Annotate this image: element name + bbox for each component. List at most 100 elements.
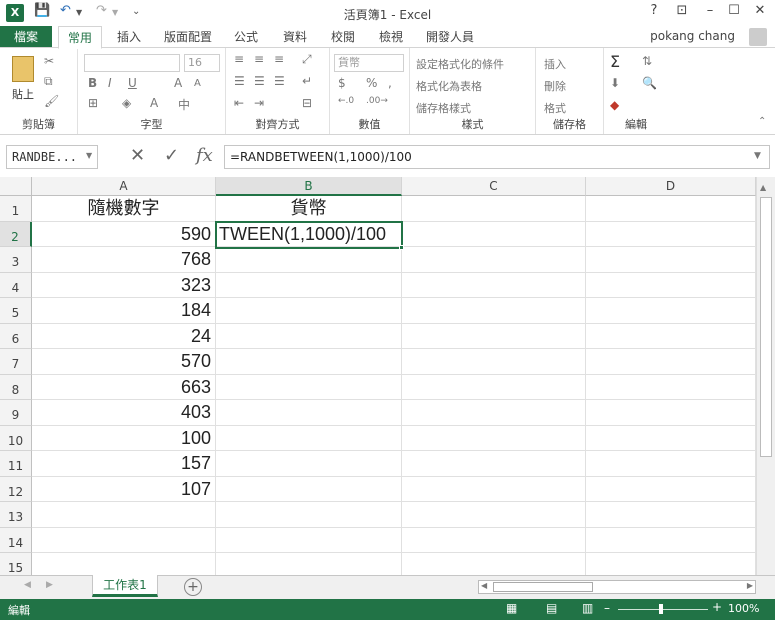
tab-insert[interactable]: 插入 xyxy=(108,26,150,48)
row-header[interactable]: 5 xyxy=(0,298,32,324)
cell-b15[interactable] xyxy=(216,553,402,575)
align-middle-icon[interactable]: ≡ xyxy=(254,52,264,66)
tab-developer[interactable]: 開發人員 xyxy=(420,26,480,48)
cell-b11[interactable] xyxy=(216,451,402,477)
cell-a4[interactable]: 323 xyxy=(32,272,216,298)
select-all-corner[interactable] xyxy=(0,177,32,196)
cell-b10[interactable] xyxy=(216,425,402,451)
font-color-icon[interactable]: A xyxy=(150,96,158,110)
row-header[interactable]: 15 xyxy=(0,553,32,575)
cell-a13[interactable] xyxy=(32,502,216,528)
paste-icon[interactable] xyxy=(12,56,34,82)
row-header[interactable]: 8 xyxy=(0,374,32,400)
cell-d13[interactable] xyxy=(586,502,756,528)
zoom-out-icon[interactable]: – xyxy=(604,601,610,615)
row-header[interactable]: 4 xyxy=(0,272,32,298)
cell-c4[interactable] xyxy=(402,272,586,298)
delete-cells-button[interactable]: 刪除 xyxy=(544,78,566,94)
align-right-icon[interactable]: ☰ xyxy=(274,74,285,88)
number-format-box[interactable]: 貨幣 xyxy=(334,54,404,72)
column-header-c[interactable]: C xyxy=(402,177,586,196)
cell-c2[interactable] xyxy=(402,221,586,247)
font-name-box[interactable] xyxy=(84,54,180,72)
align-center-icon[interactable]: ☰ xyxy=(254,74,265,88)
shrink-font-icon[interactable]: A xyxy=(194,78,201,89)
cell-d14[interactable] xyxy=(586,527,756,553)
cell-d6[interactable] xyxy=(586,323,756,349)
zoom-level[interactable]: 100% xyxy=(728,602,759,615)
italic-icon[interactable]: I xyxy=(108,76,112,90)
tab-view[interactable]: 檢視 xyxy=(370,26,412,48)
column-header-b[interactable]: B xyxy=(216,177,402,196)
insert-function-icon[interactable]: fx xyxy=(196,145,213,166)
paste-button[interactable]: 貼上 xyxy=(12,86,34,102)
cell-c10[interactable] xyxy=(402,425,586,451)
cell-b12[interactable] xyxy=(216,476,402,502)
cell-d1[interactable] xyxy=(586,196,756,222)
row-header[interactable]: 13 xyxy=(0,502,32,528)
close-icon[interactable]: ✕ xyxy=(750,3,770,18)
insert-cells-button[interactable]: 插入 xyxy=(544,56,566,72)
format-as-table-button[interactable]: 格式化為表格 xyxy=(416,78,482,94)
row-header[interactable]: 14 xyxy=(0,527,32,553)
cell-a8[interactable]: 663 xyxy=(32,374,216,400)
normal-view-icon[interactable]: ▦ xyxy=(506,601,517,615)
cell-styles-button[interactable]: 儲存格樣式 xyxy=(416,100,471,116)
zoom-slider-thumb[interactable] xyxy=(659,604,663,614)
cell-c14[interactable] xyxy=(402,527,586,553)
ribbon-display-icon[interactable]: ⊡ xyxy=(672,3,692,18)
increase-decimal-icon[interactable]: ←.0 xyxy=(338,96,354,106)
cell-a3[interactable]: 768 xyxy=(32,247,216,273)
scroll-sheet-right-icon[interactable]: ▶ xyxy=(46,580,53,590)
sheet-tab-active[interactable]: 工作表1 xyxy=(92,575,158,597)
horizontal-scrollbar[interactable]: ◀ ▶ xyxy=(478,580,756,594)
cell-c8[interactable] xyxy=(402,374,586,400)
tab-page-layout[interactable]: 版面配置 xyxy=(158,26,218,48)
underline-icon[interactable]: U xyxy=(128,76,137,90)
row-header[interactable]: 10 xyxy=(0,425,32,451)
orientation-icon[interactable]: ⤢ xyxy=(302,52,312,67)
cell-d15[interactable] xyxy=(586,553,756,575)
cell-d5[interactable] xyxy=(586,298,756,324)
expand-formula-icon[interactable]: ▼ xyxy=(754,151,761,161)
help-icon[interactable]: ? xyxy=(644,3,664,18)
cell-b9[interactable] xyxy=(216,400,402,426)
cell-a14[interactable] xyxy=(32,527,216,553)
cell-a7[interactable]: 570 xyxy=(32,349,216,375)
row-header[interactable]: 3 xyxy=(0,247,32,273)
cell-c1[interactable] xyxy=(402,196,586,222)
decrease-decimal-icon[interactable]: .00→ xyxy=(366,96,388,106)
vertical-scrollbar[interactable]: ▲ xyxy=(756,177,775,575)
cell-d4[interactable] xyxy=(586,272,756,298)
horizontal-scroll-thumb[interactable] xyxy=(493,582,593,592)
cell-b6[interactable] xyxy=(216,323,402,349)
align-bottom-icon[interactable]: ≡ xyxy=(274,52,284,66)
cell-b4[interactable] xyxy=(216,272,402,298)
copy-icon[interactable]: ⧉ xyxy=(44,74,53,89)
font-size-box[interactable]: 16 xyxy=(184,54,220,72)
fill-handle[interactable] xyxy=(399,245,404,250)
column-header-a[interactable]: A xyxy=(32,177,216,196)
cancel-icon[interactable]: ✕ xyxy=(130,145,145,166)
new-sheet-button[interactable]: + xyxy=(184,578,202,596)
borders-icon[interactable]: ⊞ xyxy=(88,96,98,110)
cell-d12[interactable] xyxy=(586,476,756,502)
worksheet-grid[interactable]: A B C D ▲ 1 隨機數字 貨幣 2 590 TWEEN(1,1000)/100 3 7… xyxy=(0,177,775,575)
row-header[interactable]: 9 xyxy=(0,400,32,426)
cell-c7[interactable] xyxy=(402,349,586,375)
cell-a10[interactable]: 100 xyxy=(32,425,216,451)
decrease-indent-icon[interactable]: ⇤ xyxy=(234,96,244,110)
cut-icon[interactable]: ✂ xyxy=(44,54,54,68)
row-header[interactable]: 6 xyxy=(0,323,32,349)
cell-c9[interactable] xyxy=(402,400,586,426)
cell-c13[interactable] xyxy=(402,502,586,528)
align-top-icon[interactable]: ≡ xyxy=(234,52,244,66)
currency-icon[interactable]: $ xyxy=(338,76,346,90)
collapse-ribbon-icon[interactable]: ⌃ xyxy=(758,116,766,127)
autosum-icon[interactable]: Σ xyxy=(610,52,620,71)
cell-d11[interactable] xyxy=(586,451,756,477)
vertical-scroll-thumb[interactable] xyxy=(760,197,772,457)
cell-a5[interactable]: 184 xyxy=(32,298,216,324)
page-break-view-icon[interactable]: ▥ xyxy=(582,601,593,615)
cell-a12[interactable]: 107 xyxy=(32,476,216,502)
